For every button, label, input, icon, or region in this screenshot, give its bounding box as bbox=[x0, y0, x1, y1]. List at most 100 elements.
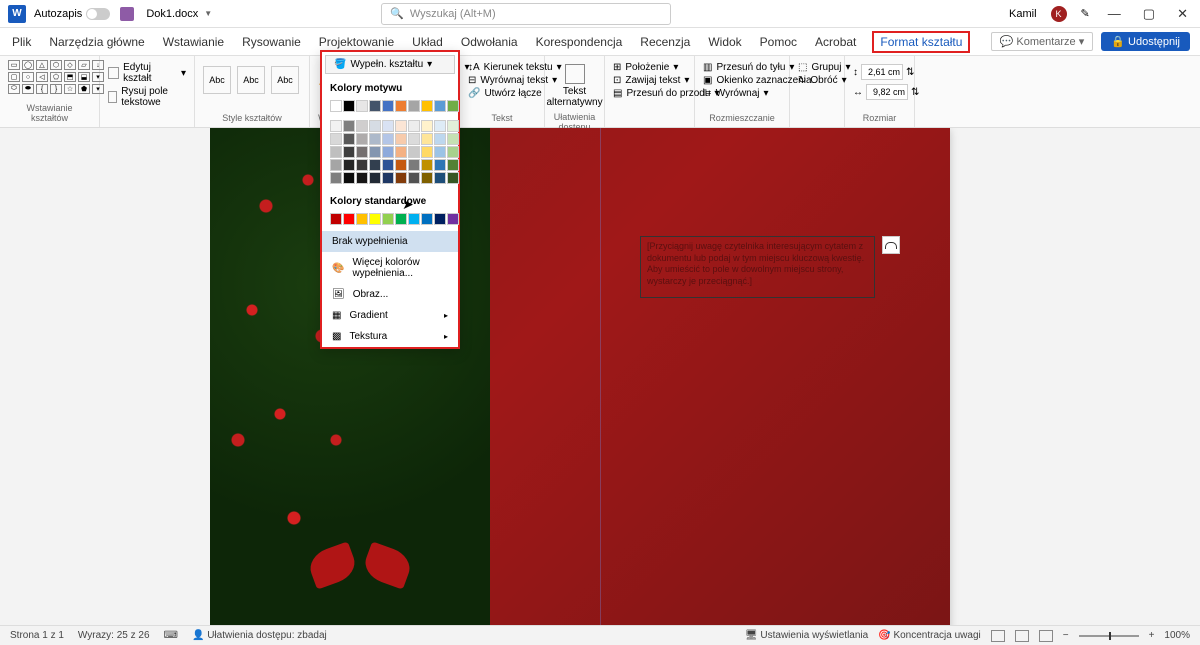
text-box[interactable]: [Przyciągnij uwagę czytelnika interesują… bbox=[640, 236, 875, 298]
more-colors-item[interactable]: 🎨Więcej kolorów wypełnienia... bbox=[322, 252, 458, 284]
tab-acrobat[interactable]: Acrobat bbox=[813, 31, 858, 53]
shape-styles-gallery[interactable]: Abc Abc Abc bbox=[203, 60, 301, 94]
color-swatch[interactable] bbox=[330, 100, 342, 112]
web-layout-icon[interactable] bbox=[1039, 630, 1053, 642]
color-swatch[interactable] bbox=[369, 100, 381, 112]
color-swatch[interactable] bbox=[330, 146, 342, 158]
color-swatch[interactable] bbox=[356, 100, 368, 112]
color-swatch[interactable] bbox=[382, 159, 394, 171]
print-layout-icon[interactable] bbox=[1015, 630, 1029, 642]
color-swatch[interactable] bbox=[369, 172, 381, 184]
toggle-switch[interactable] bbox=[86, 8, 110, 20]
color-swatch[interactable] bbox=[330, 172, 342, 184]
color-swatch[interactable] bbox=[382, 213, 394, 225]
minimize-button[interactable]: — bbox=[1104, 6, 1125, 21]
tab-help[interactable]: Pomoc bbox=[758, 31, 799, 53]
color-swatch[interactable] bbox=[369, 159, 381, 171]
color-swatch[interactable] bbox=[447, 159, 459, 171]
color-swatch[interactable] bbox=[434, 159, 446, 171]
color-swatch[interactable] bbox=[356, 159, 368, 171]
height-input[interactable]: ↕⇅ bbox=[853, 64, 906, 80]
word-count[interactable]: Wyrazy: 25 z 26 bbox=[78, 630, 150, 641]
page-indicator[interactable]: Strona 1 z 1 bbox=[10, 630, 64, 641]
color-swatch[interactable] bbox=[447, 133, 459, 145]
color-swatch[interactable] bbox=[434, 172, 446, 184]
zoom-out-button[interactable]: − bbox=[1063, 630, 1069, 641]
color-swatch[interactable] bbox=[369, 133, 381, 145]
color-swatch[interactable] bbox=[356, 213, 368, 225]
wrap-text-button[interactable]: ⊡Zawijaj tekst ▾ bbox=[613, 75, 686, 86]
color-swatch[interactable] bbox=[408, 120, 420, 132]
tab-shape-format[interactable]: Format kształtu bbox=[872, 31, 970, 53]
color-swatch[interactable] bbox=[356, 133, 368, 145]
color-swatch[interactable] bbox=[447, 172, 459, 184]
texture-item[interactable]: ▩Tekstura▸ bbox=[322, 326, 458, 347]
color-swatch[interactable] bbox=[395, 172, 407, 184]
color-swatch[interactable] bbox=[434, 120, 446, 132]
color-swatch[interactable] bbox=[369, 213, 381, 225]
width-input[interactable]: ↔⇅ bbox=[853, 84, 906, 100]
color-swatch[interactable] bbox=[408, 146, 420, 158]
group-button[interactable]: ⬚Grupuj ▾ bbox=[798, 62, 836, 73]
standard-colors-grid[interactable] bbox=[322, 211, 458, 231]
rotate-button[interactable]: ↻Obróć ▾ bbox=[798, 75, 836, 86]
color-swatch[interactable] bbox=[434, 133, 446, 145]
color-swatch[interactable] bbox=[408, 100, 420, 112]
tab-draw[interactable]: Rysowanie bbox=[240, 31, 303, 53]
comments-button[interactable]: 💬 Komentarze ▾ bbox=[991, 32, 1094, 51]
share-button[interactable]: 🔒 Udostępnij bbox=[1101, 32, 1190, 51]
gradient-item[interactable]: ▦Gradient▸ bbox=[322, 305, 458, 326]
send-backward-button[interactable]: ▥Przesuń do tyłu ▾ bbox=[703, 62, 781, 73]
search-input[interactable]: 🔍 Wyszukaj (Alt+M) bbox=[381, 3, 671, 25]
tab-references[interactable]: Odwołania bbox=[459, 31, 520, 53]
selection-pane-button[interactable]: ▣Okienko zaznaczenia bbox=[703, 75, 781, 86]
tab-home[interactable]: Narzędzia główne bbox=[47, 31, 146, 53]
color-swatch[interactable] bbox=[447, 213, 459, 225]
color-swatch[interactable] bbox=[343, 133, 355, 145]
no-fill-item[interactable]: Brak wypełnienia bbox=[322, 231, 458, 252]
document-name[interactable]: Dok1.docx bbox=[146, 8, 198, 20]
color-swatch[interactable] bbox=[382, 146, 394, 158]
zoom-level[interactable]: 100% bbox=[1164, 630, 1190, 641]
color-swatch[interactable] bbox=[408, 159, 420, 171]
text-direction-button[interactable]: ↕AKierunek tekstu ▾ bbox=[468, 62, 536, 73]
read-mode-icon[interactable] bbox=[991, 630, 1005, 642]
tab-view[interactable]: Widok bbox=[706, 31, 743, 53]
color-swatch[interactable] bbox=[343, 213, 355, 225]
color-swatch[interactable] bbox=[421, 159, 433, 171]
color-swatch[interactable] bbox=[447, 146, 459, 158]
color-swatch[interactable] bbox=[408, 213, 420, 225]
color-swatch[interactable] bbox=[395, 100, 407, 112]
color-swatch[interactable] bbox=[434, 100, 446, 112]
display-settings[interactable]: 🖥 Ustawienia wyświetlania bbox=[745, 630, 868, 641]
language-icon[interactable]: ⌨ bbox=[164, 630, 178, 641]
save-icon[interactable] bbox=[120, 7, 134, 21]
color-swatch[interactable] bbox=[343, 172, 355, 184]
color-swatch[interactable] bbox=[421, 172, 433, 184]
color-swatch[interactable] bbox=[421, 133, 433, 145]
edit-shape-button[interactable]: Edytuj kształt ▾ bbox=[108, 62, 186, 84]
tab-file[interactable]: Plik bbox=[10, 31, 33, 53]
color-swatch[interactable] bbox=[369, 146, 381, 158]
color-swatch[interactable] bbox=[343, 159, 355, 171]
color-swatch[interactable] bbox=[395, 133, 407, 145]
avatar[interactable]: K bbox=[1051, 6, 1067, 22]
zoom-in-button[interactable]: + bbox=[1149, 630, 1155, 641]
color-swatch[interactable] bbox=[356, 146, 368, 158]
color-swatch[interactable] bbox=[343, 100, 355, 112]
color-swatch[interactable] bbox=[395, 120, 407, 132]
color-swatch[interactable] bbox=[356, 172, 368, 184]
color-swatch[interactable] bbox=[343, 146, 355, 158]
color-swatch[interactable] bbox=[343, 120, 355, 132]
focus-mode[interactable]: 🎯 Koncentracja uwagi bbox=[878, 630, 981, 641]
color-swatch[interactable] bbox=[395, 146, 407, 158]
picture-fill-item[interactable]: 🖼Obraz... bbox=[322, 284, 458, 305]
color-swatch[interactable] bbox=[382, 120, 394, 132]
shape-fill-button[interactable]: 🪣Wypełn. kształtu ▾ bbox=[325, 55, 455, 74]
color-swatch[interactable] bbox=[382, 172, 394, 184]
close-button[interactable]: ✕ bbox=[1173, 6, 1192, 22]
color-swatch[interactable] bbox=[408, 172, 420, 184]
color-swatch[interactable] bbox=[330, 159, 342, 171]
color-swatch[interactable] bbox=[421, 100, 433, 112]
tab-review[interactable]: Recenzja bbox=[638, 31, 692, 53]
